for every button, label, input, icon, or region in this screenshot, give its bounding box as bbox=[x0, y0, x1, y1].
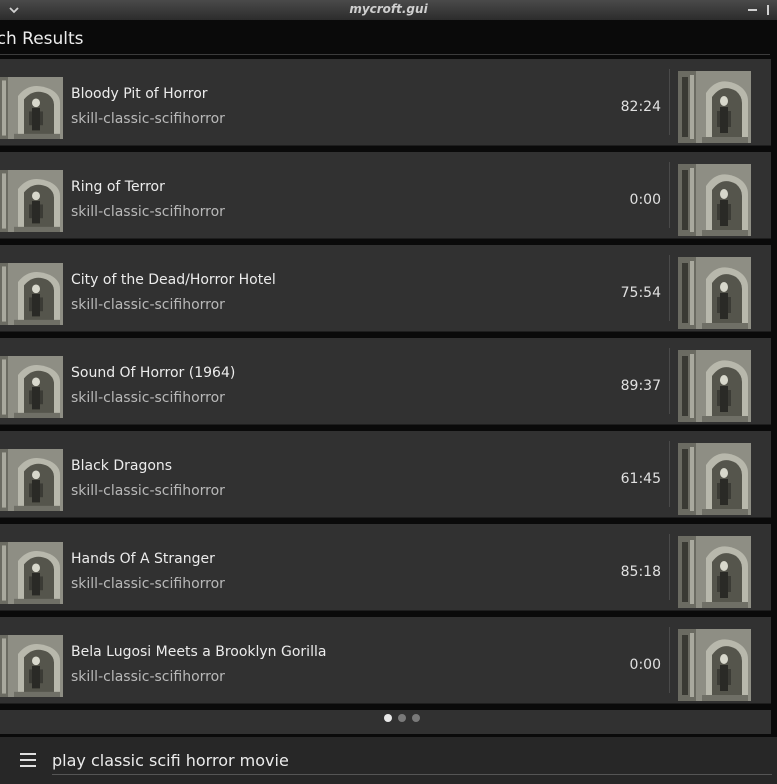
thumbnail-image bbox=[678, 257, 751, 329]
page-dot[interactable] bbox=[398, 714, 406, 722]
window-title: mycroft.gui bbox=[349, 2, 428, 16]
thumbnail-image bbox=[678, 350, 751, 422]
result-duration: 85:18 bbox=[620, 564, 661, 580]
thumbnail-image bbox=[678, 629, 751, 701]
result-card[interactable]: Sound Of Horror (1964) skill-classic-scif… bbox=[0, 338, 771, 425]
card-divider bbox=[669, 69, 670, 135]
result-title: Bela Lugosi Meets a Brooklyn Gorilla bbox=[71, 644, 327, 660]
header-divider bbox=[0, 54, 770, 55]
result-thumbnail bbox=[0, 170, 63, 232]
result-duration: 61:45 bbox=[620, 471, 661, 487]
result-title: Hands Of A Stranger bbox=[71, 551, 215, 567]
result-card[interactable]: Hands Of A Stranger skill-classic-scifiho… bbox=[0, 524, 771, 611]
result-title: Black Dragons bbox=[71, 458, 173, 474]
page-indicator bbox=[384, 714, 420, 724]
thumbnail-image bbox=[0, 542, 63, 604]
result-thumbnail bbox=[0, 635, 63, 697]
result-skill: skill-classic-scifihorror bbox=[71, 297, 225, 313]
results-header: rch Results bbox=[0, 20, 777, 58]
play-thumbnail-button[interactable] bbox=[678, 443, 751, 515]
play-thumbnail-button[interactable] bbox=[678, 350, 751, 422]
scrollbar[interactable] bbox=[771, 59, 777, 734]
query-bar bbox=[0, 737, 777, 784]
minimize-button[interactable] bbox=[747, 2, 759, 18]
search-results-list[interactable]: Bloody Pit of Horror skill-classic-scifih… bbox=[0, 59, 771, 734]
result-duration: 89:37 bbox=[620, 378, 661, 394]
thumbnail-image bbox=[678, 443, 751, 515]
thumbnail-image bbox=[678, 71, 751, 143]
thumbnail-image bbox=[678, 536, 751, 608]
result-title: Sound Of Horror (1964) bbox=[71, 365, 236, 381]
result-title: Ring of Terror bbox=[71, 179, 165, 195]
thumbnail-image bbox=[0, 170, 63, 232]
result-skill: skill-classic-scifihorror bbox=[71, 483, 225, 499]
result-duration: 0:00 bbox=[629, 192, 661, 208]
result-skill: skill-classic-scifihorror bbox=[71, 204, 225, 220]
play-thumbnail-button[interactable] bbox=[678, 536, 751, 608]
result-title: Bloody Pit of Horror bbox=[71, 86, 208, 102]
result-title: City of the Dead/Horror Hotel bbox=[71, 272, 276, 288]
thumbnail-image bbox=[0, 449, 63, 511]
mycroft-gui-window: mycroft.gui rch Results Bloody Pit of Ho… bbox=[0, 0, 777, 784]
result-thumbnail bbox=[0, 356, 63, 418]
result-skill: skill-classic-scifihorror bbox=[71, 390, 225, 406]
card-divider bbox=[669, 162, 670, 228]
play-thumbnail-button[interactable] bbox=[678, 164, 751, 236]
result-card[interactable]: Black Dragons skill-classic-scifihorror 61… bbox=[0, 431, 771, 518]
card-divider bbox=[669, 348, 670, 414]
title-bar: mycroft.gui bbox=[0, 0, 777, 21]
result-thumbnail bbox=[0, 263, 63, 325]
result-thumbnail bbox=[0, 77, 63, 139]
card-divider bbox=[669, 534, 670, 600]
page-dot[interactable] bbox=[384, 714, 392, 722]
play-thumbnail-button[interactable] bbox=[678, 629, 751, 701]
query-input[interactable] bbox=[52, 746, 772, 775]
result-thumbnail bbox=[0, 449, 63, 511]
page-dot[interactable] bbox=[412, 714, 420, 722]
result-card[interactable]: City of the Dead/Horror Hotel skill-class… bbox=[0, 245, 771, 332]
card-divider bbox=[669, 441, 670, 507]
result-duration: 0:00 bbox=[629, 657, 661, 673]
result-card[interactable]: Bloody Pit of Horror skill-classic-scifih… bbox=[0, 59, 771, 146]
thumbnail-image bbox=[0, 635, 63, 697]
thumbnail-image bbox=[0, 356, 63, 418]
play-thumbnail-button[interactable] bbox=[678, 257, 751, 329]
close-button[interactable] bbox=[763, 2, 775, 18]
thumbnail-image bbox=[678, 164, 751, 236]
result-card[interactable]: Bela Lugosi Meets a Brooklyn Gorilla skil… bbox=[0, 617, 771, 704]
result-skill: skill-classic-scifihorror bbox=[71, 669, 225, 685]
hamburger-menu-icon[interactable] bbox=[20, 753, 36, 767]
result-skill: skill-classic-scifihorror bbox=[71, 576, 225, 592]
result-thumbnail bbox=[0, 542, 63, 604]
page-title: rch Results bbox=[0, 29, 84, 49]
result-duration: 82:24 bbox=[620, 99, 661, 115]
card-divider bbox=[669, 627, 670, 693]
result-card[interactable]: Ring of Terror skill-classic-scifihorror 0… bbox=[0, 152, 771, 239]
card-divider bbox=[669, 255, 670, 321]
result-duration: 75:54 bbox=[620, 285, 661, 301]
result-skill: skill-classic-scifihorror bbox=[71, 111, 225, 127]
play-thumbnail-button[interactable] bbox=[678, 71, 751, 143]
thumbnail-image bbox=[0, 263, 63, 325]
thumbnail-image bbox=[0, 77, 63, 139]
